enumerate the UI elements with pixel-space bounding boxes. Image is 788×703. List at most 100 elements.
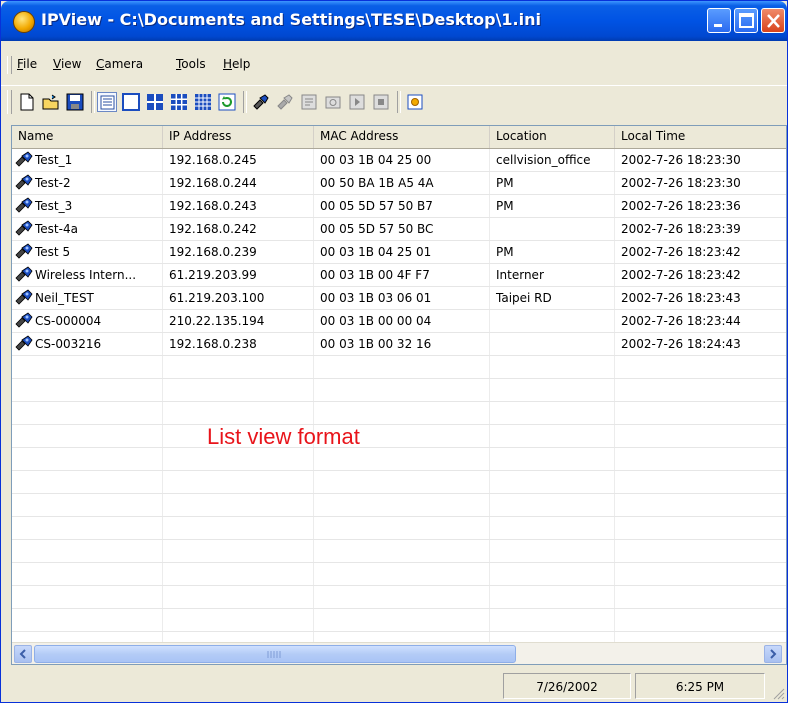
menu-help[interactable]: Help	[223, 57, 250, 71]
app-icon	[13, 11, 35, 33]
menu-view-mnemonic: V	[53, 57, 61, 71]
status-date: 7/26/2002	[503, 673, 631, 699]
scroll-right-button[interactable]	[764, 645, 782, 663]
cell-name: Test 5	[12, 241, 163, 263]
camera-settings-icon[interactable]	[405, 92, 425, 112]
chevron-right-icon	[770, 649, 777, 659]
open-icon[interactable]	[41, 92, 61, 112]
empty-cell	[490, 425, 615, 447]
empty-cell	[314, 609, 490, 631]
empty-cell	[12, 425, 163, 447]
empty-cell	[314, 379, 490, 401]
cell-mac: 00 03 1B 00 4F F7	[314, 264, 490, 286]
table-row[interactable]: Test_3 192.168.0.243 00 05 5D 57 50 B7 PM 20…	[12, 195, 786, 218]
empty-cell	[314, 563, 490, 585]
disconnect-icon[interactable]	[275, 92, 295, 112]
camera-icon	[15, 197, 33, 213]
empty-cell	[12, 609, 163, 631]
table-row[interactable]: CS-003216 192.168.0.238 00 03 1B 00 32 16 2…	[12, 333, 786, 356]
list-rows: Test_1 192.168.0.245 00 03 1B 04 25 00 cell…	[12, 149, 786, 655]
nine-view-icon[interactable]	[169, 92, 189, 112]
column-header-mac[interactable]: MAC Address	[314, 126, 490, 148]
horizontal-scrollbar[interactable]	[12, 642, 786, 664]
cell-name: Wireless Intern...	[12, 264, 163, 286]
refresh-icon[interactable]	[217, 92, 237, 112]
column-header-ip[interactable]: IP Address	[163, 126, 314, 148]
save-icon[interactable]	[65, 92, 85, 112]
camera-icon	[15, 289, 33, 305]
column-header-location[interactable]: Location	[490, 126, 615, 148]
cell-time: 2002-7-26 18:23:30	[615, 172, 786, 194]
empty-row	[12, 402, 786, 425]
cell-ip: 192.168.0.244	[163, 172, 314, 194]
table-row[interactable]: Test-4a 192.168.0.242 00 05 5D 57 50 BC 200…	[12, 218, 786, 241]
maximize-button[interactable]	[734, 8, 758, 33]
quad-view-icon[interactable]	[145, 92, 165, 112]
table-row[interactable]: CS-000004 210.22.135.194 00 03 1B 00 00 04…	[12, 310, 786, 333]
empty-cell	[615, 563, 786, 585]
cell-location	[490, 310, 615, 332]
table-row[interactable]: Neil_TEST 61.219.203.100 00 03 1B 03 06 01…	[12, 287, 786, 310]
scroll-left-button[interactable]	[14, 645, 32, 663]
menu-view-rest: iew	[60, 57, 82, 71]
empty-cell	[490, 402, 615, 424]
menu-view[interactable]: View	[53, 57, 81, 71]
camera-icon	[15, 151, 33, 167]
table-row[interactable]: Test-2 192.168.0.244 00 50 BA 1B A5 4A PM 20…	[12, 172, 786, 195]
properties-icon[interactable]	[299, 92, 319, 112]
empty-cell	[615, 471, 786, 493]
empty-cell	[615, 448, 786, 470]
cell-ip: 192.168.0.239	[163, 241, 314, 263]
stop-icon[interactable]	[371, 92, 391, 112]
empty-row	[12, 563, 786, 586]
title-bar[interactable]: IPView - C:\Documents and Settings\TESE\…	[1, 1, 787, 41]
table-row[interactable]: Test 5 192.168.0.239 00 03 1B 04 25 01 PM 20…	[12, 241, 786, 264]
column-header-name[interactable]: Name	[12, 126, 163, 148]
empty-cell	[615, 517, 786, 539]
play-icon[interactable]	[347, 92, 367, 112]
scroll-thumb[interactable]	[34, 645, 516, 663]
menu-tools[interactable]: Tools	[176, 57, 206, 71]
empty-row	[12, 471, 786, 494]
empty-cell	[314, 402, 490, 424]
new-icon[interactable]	[17, 92, 37, 112]
empty-cell	[163, 540, 314, 562]
connect-icon[interactable]	[251, 92, 271, 112]
menu-file[interactable]: File	[17, 57, 37, 71]
empty-cell	[163, 563, 314, 585]
empty-cell	[314, 517, 490, 539]
table-row[interactable]: Test_1 192.168.0.245 00 03 1B 04 25 00 cell…	[12, 149, 786, 172]
cell-name: Test-4a	[12, 218, 163, 240]
cell-time: 2002-7-26 18:23:36	[615, 195, 786, 217]
single-view-icon[interactable]	[121, 92, 141, 112]
cell-name: Test_3	[12, 195, 163, 217]
snapshot-icon[interactable]	[323, 92, 343, 112]
cell-time: 2002-7-26 18:23:42	[615, 264, 786, 286]
cell-location	[490, 218, 615, 240]
empty-cell	[163, 586, 314, 608]
column-header-local-time[interactable]: Local Time	[615, 126, 786, 148]
resize-grip-icon[interactable]	[771, 686, 785, 700]
status-bar: 7/26/2002 6:25 PM	[1, 668, 787, 702]
camera-icon	[15, 243, 33, 259]
cell-ip: 192.168.0.242	[163, 218, 314, 240]
minimize-button[interactable]	[707, 8, 731, 33]
empty-cell	[12, 448, 163, 470]
sixteen-view-icon[interactable]	[193, 92, 213, 112]
table-row[interactable]: Wireless Intern... 61.219.203.99 00 03 1B …	[12, 264, 786, 287]
menu-grip	[7, 56, 12, 74]
menu-bar: File View Camera Tools Help	[1, 53, 787, 77]
camera-name: Test-4a	[35, 222, 78, 236]
empty-cell	[314, 448, 490, 470]
close-button[interactable]	[761, 8, 785, 33]
list-header: Name IP Address MAC Address Location Loc…	[12, 126, 786, 149]
camera-list[interactable]: Name IP Address MAC Address Location Loc…	[11, 125, 787, 665]
menu-camera[interactable]: Camera	[96, 57, 143, 71]
toolbar-separator	[243, 91, 247, 113]
cell-name: Test-2	[12, 172, 163, 194]
list-view-icon[interactable]	[97, 92, 117, 112]
toolbar-grip	[7, 90, 12, 114]
empty-cell	[163, 609, 314, 631]
empty-cell	[163, 379, 314, 401]
empty-cell	[490, 448, 615, 470]
